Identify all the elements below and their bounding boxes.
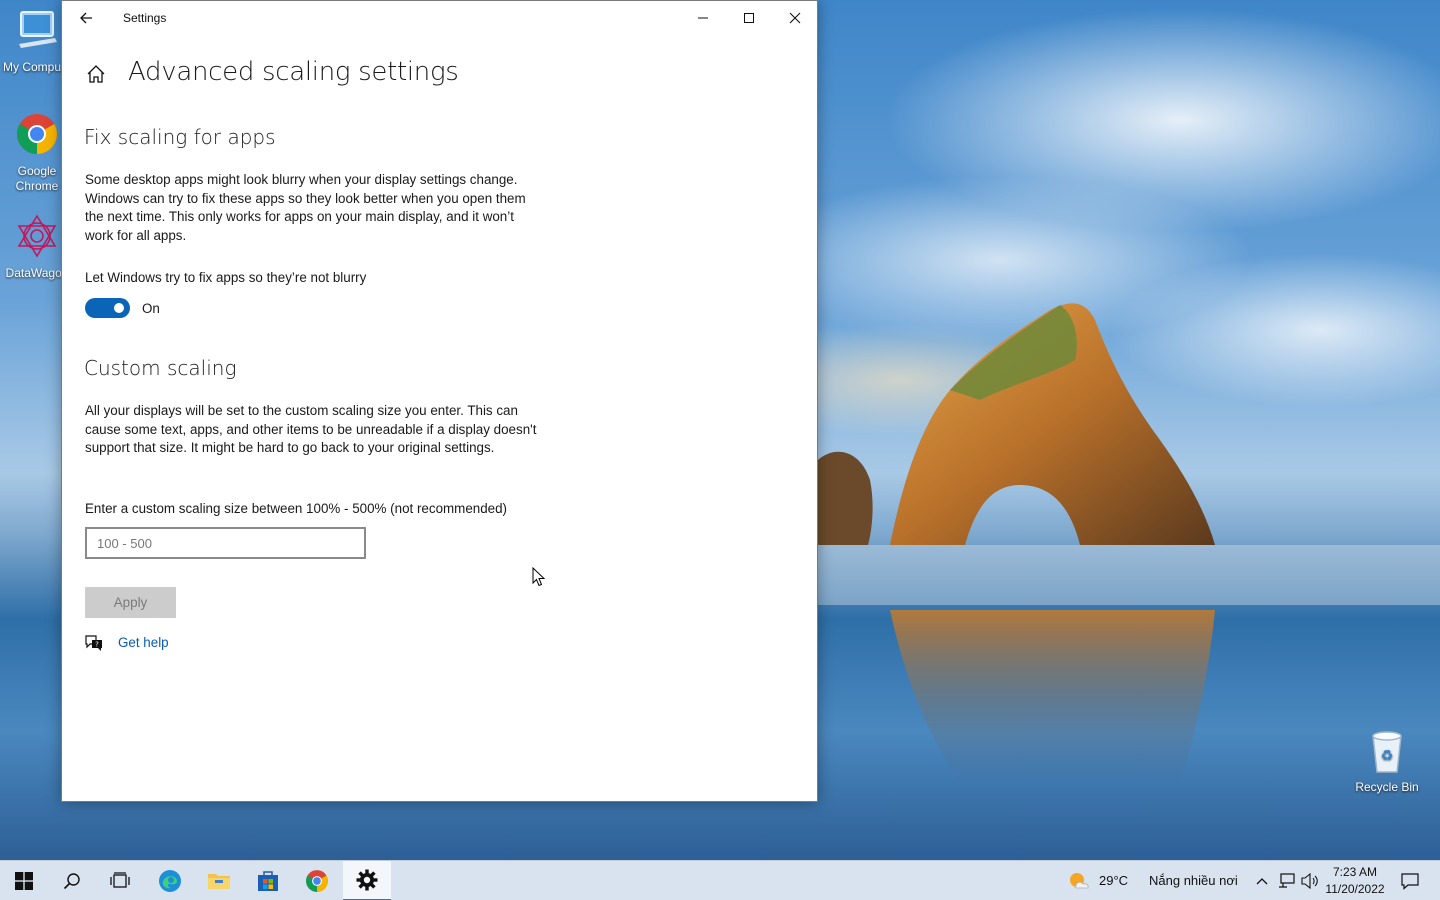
folder-icon <box>208 874 230 889</box>
weather-temperature: 29°C <box>1099 873 1129 888</box>
clock-date: 11/20/2022 <box>1325 882 1385 896</box>
taskbar-chrome-button[interactable] <box>293 861 341 900</box>
network-button[interactable] <box>1276 861 1298 900</box>
taskbar-file-explorer-button[interactable] <box>195 861 243 900</box>
start-button[interactable] <box>0 861 48 900</box>
chevron-up-icon <box>1256 878 1268 885</box>
window-title: Settings <box>123 11 167 25</box>
maximize-button[interactable] <box>726 1 772 35</box>
home-icon[interactable] <box>85 63 107 85</box>
back-button[interactable] <box>76 8 96 28</box>
fix-scaling-toggle[interactable] <box>85 298 130 318</box>
edge-icon <box>159 870 181 892</box>
chrome-icon <box>306 870 328 892</box>
minimize-button[interactable] <box>680 1 726 35</box>
chrome-icon <box>17 114 57 154</box>
notification-icon <box>1401 873 1419 890</box>
taskbar-search-button[interactable] <box>48 861 96 900</box>
page-title: Advanced scaling settings <box>128 57 459 87</box>
svg-text:♻: ♻ <box>1381 748 1394 764</box>
section-title-custom-scaling: Custom scaling <box>84 356 237 380</box>
gear-icon <box>356 869 378 891</box>
taskbar-clock[interactable]: 7:23 AM 11/20/2022 <box>1318 864 1392 898</box>
task-view-icon <box>110 872 130 888</box>
toggle-state-label: On <box>142 301 160 316</box>
mouse-cursor-icon <box>532 567 546 587</box>
show-hidden-icons-button[interactable] <box>1252 861 1272 900</box>
store-icon <box>258 871 278 891</box>
action-center-button[interactable] <box>1392 861 1428 900</box>
settings-window: Settings Advanced scaling settings Fix s… <box>61 0 818 802</box>
back-arrow-icon <box>80 12 92 24</box>
task-view-button[interactable] <box>96 861 144 900</box>
section-title-fix-scaling: Fix scaling for apps <box>84 125 276 149</box>
clock-time: 7:23 AM <box>1332 865 1378 879</box>
get-help-link[interactable]: Get help <box>118 635 169 650</box>
apply-button[interactable]: Apply <box>85 587 176 618</box>
computer-icon <box>19 11 57 48</box>
recycle-bin-icon: ♻ <box>1372 731 1402 773</box>
weather-sun-icon <box>1070 873 1089 889</box>
taskbar-edge-button[interactable] <box>146 861 194 900</box>
search-icon <box>63 873 80 890</box>
datawagon-icon <box>17 214 57 258</box>
custom-scaling-description: All your displays will be set to the cus… <box>85 403 537 455</box>
custom-scaling-input[interactable] <box>85 527 366 559</box>
custom-scaling-input-label: Enter a custom scaling size between 100%… <box>85 501 508 516</box>
close-icon <box>789 12 801 24</box>
toggle-knob <box>114 303 124 313</box>
desktop-icon-recycle-bin[interactable]: ♻ Recycle Bin <box>1352 728 1422 794</box>
fix-scaling-description: Some desktop apps might look blurry when… <box>85 172 526 243</box>
title-bar[interactable]: Settings <box>62 1 817 35</box>
minimize-icon <box>698 17 708 19</box>
weather-widget[interactable]: 29°C Nắng nhiều nơi <box>1068 871 1268 893</box>
svg-text:?: ? <box>95 641 99 649</box>
fix-scaling-toggle-label: Let Windows try to fix apps so they’re n… <box>85 270 367 285</box>
taskbar-settings-button[interactable] <box>343 861 391 900</box>
speaker-icon <box>1301 873 1318 889</box>
taskbar: 29°C Nắng nhiều nơi 7:23 AM 11/20/2022 <box>0 860 1440 900</box>
maximize-icon <box>744 13 754 23</box>
weather-description: Nắng nhiều nơi <box>1149 873 1238 888</box>
close-button[interactable] <box>772 1 818 35</box>
network-icon <box>1279 873 1295 888</box>
windows-start-icon <box>15 872 33 890</box>
taskbar-store-button[interactable] <box>244 861 292 900</box>
desktop-icon-label: Recycle Bin <box>1355 780 1419 794</box>
help-chat-icon: ? <box>85 635 102 651</box>
